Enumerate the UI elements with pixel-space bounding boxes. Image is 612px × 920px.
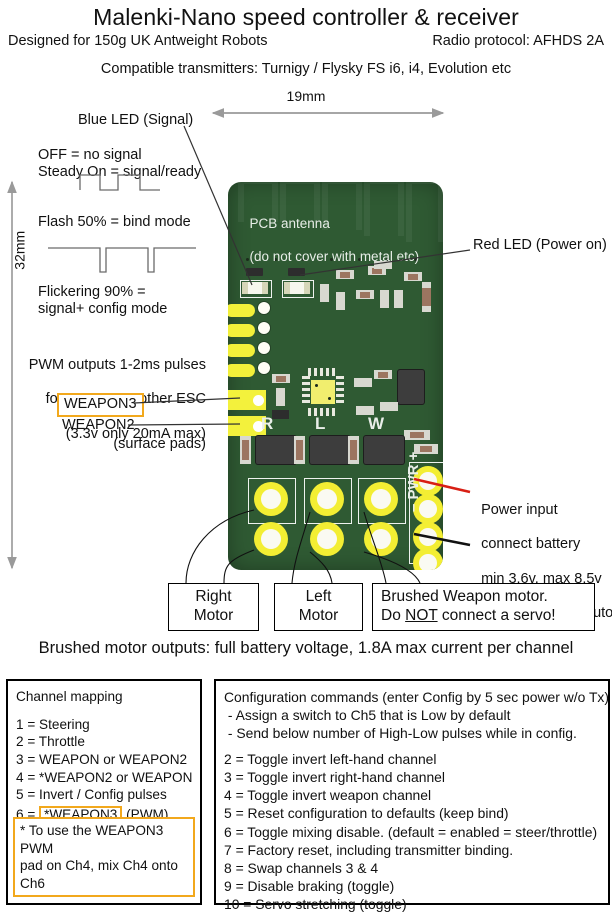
flicker-waveform xyxy=(48,247,196,273)
compatible-transmitters-note: Compatible transmitters: Turnigy / Flysk… xyxy=(100,61,512,77)
pcb-antenna-note: PCB antenna (do not cover with metal etc… xyxy=(242,200,420,266)
width-dimension-label: 19mm xyxy=(286,88,326,104)
led-off-annotation: OFF = no signal Steady On = signal/ready xyxy=(38,147,201,181)
config-command-row: 9 = Disable braking (toggle) xyxy=(224,877,395,894)
config-command-row: 10 = Servo stretching (toggle) xyxy=(224,895,407,912)
flash-bind-mode-annotation: Flash 50% = bind mode xyxy=(38,214,191,230)
callout-weapon-motor: Brushed Weapon motor. Do NOT connect a s… xyxy=(372,583,595,631)
channel-mapping-footnote: * To use the WEAPON3 PWM pad on Ch4, mix… xyxy=(13,817,195,897)
callout-right-motor: Right Motor xyxy=(168,583,259,631)
channel-mapping-row: 4 = *WEAPON2 or WEAPON xyxy=(16,769,193,785)
subtitle-radio-protocol: Radio protocol: AFHDS 2A xyxy=(432,33,604,49)
brushed-motor-outputs-note: Brushed motor outputs: full battery volt… xyxy=(38,639,574,657)
weapon3-surface-pad xyxy=(228,390,266,410)
motor-pad-right-2 xyxy=(254,522,288,556)
led-steady-line: Steady On = signal/ready xyxy=(38,164,202,181)
weapon-line2-not: NOT xyxy=(405,606,438,624)
right-motor-line2: Motor xyxy=(193,606,234,624)
right-motor-line1: Right xyxy=(195,588,232,605)
channel-mapping-title: Channel mapping xyxy=(16,689,123,704)
flicker-config-mode-annotation: Flickering 90% = signal+ config mode xyxy=(38,284,167,318)
silk-label-l: L xyxy=(315,414,326,433)
left-motor-line1: Left xyxy=(305,588,332,605)
config-command-row: 2 = Toggle invert left-hand channel xyxy=(224,751,437,768)
power-line1: Power input xyxy=(481,502,558,519)
footnote-line1: * To use the WEAPON3 PWM xyxy=(20,823,164,856)
blue-led-annotation: Blue LED (Signal) xyxy=(78,112,194,128)
configuration-commands-box: Configuration commands (enter Config by … xyxy=(214,679,610,912)
motor-pad-left-1 xyxy=(310,482,344,516)
config-command-row: 3 = Toggle invert right-hand channel xyxy=(224,769,445,786)
height-dimension-label: 32mm xyxy=(11,230,28,270)
weapon2-pad-label: WEAPON2 xyxy=(62,417,135,433)
config-command-row: 7 = Factory reset, including transmitter… xyxy=(224,841,514,858)
power-pad-4 xyxy=(413,548,443,570)
config-bullet: - Assign a switch to Ch5 that is Low by … xyxy=(224,707,511,724)
channel-mapping-row: 3 = WEAPON or WEAPON2 xyxy=(16,752,188,768)
subtitle-designed-for: Designed for 150g UK Antweight Robots xyxy=(8,33,268,49)
channel-mapping-row: 2 = Throttle xyxy=(16,734,85,750)
config-command-row: 5 = Reset configuration to defaults (kee… xyxy=(224,805,509,822)
footnote-line2: pad on Ch4, mix Ch4 onto Ch6 xyxy=(20,858,178,891)
left-motor-line2: Motor xyxy=(298,606,339,624)
flicker-line1: Flickering 90% = xyxy=(38,284,146,300)
motor-pad-weapon-1 xyxy=(364,482,398,516)
weapon-line2-post: connect a servo! xyxy=(437,606,556,624)
callout-left-motor: Left Motor xyxy=(274,583,363,631)
surface-pads-note: (surface pads) xyxy=(113,436,206,452)
weapon-line1: Brushed Weapon motor. xyxy=(381,588,548,605)
motor-pad-left-2 xyxy=(310,522,344,556)
config-title: Configuration commands (enter Config by … xyxy=(224,689,609,705)
pcb-antenna-line1: PCB antenna xyxy=(249,216,330,232)
channel-mapping-row: 1 = Steering xyxy=(16,716,90,732)
motor-pad-weapon-2 xyxy=(364,522,398,556)
weapon-line2-pre: Do xyxy=(381,606,406,624)
pcb-antenna-line2: (do not cover with metal etc) xyxy=(249,249,420,265)
silk-label-r: R xyxy=(261,414,274,433)
page-title: Malenki-Nano speed controller & receiver xyxy=(93,4,519,30)
config-command-row: 6 = Toggle mixing disable. (default = en… xyxy=(224,823,598,840)
flicker-line2: signal+ config mode xyxy=(38,301,168,318)
red-led-annotation: Red LED (Power on) xyxy=(473,237,607,253)
channel-mapping-row: 5 = Invert / Config pulses xyxy=(16,787,167,803)
pwm-line1: PWM outputs 1-2ms pulses xyxy=(28,357,206,374)
config-command-row: 8 = Swap channels 3 & 4 xyxy=(224,859,379,876)
config-command-row: 4 = Toggle invert weapon channel xyxy=(224,787,432,804)
weapon3-pad-label: WEAPON3 xyxy=(57,393,144,418)
motor-pad-right-1 xyxy=(254,482,288,516)
channel-mapping-box: Channel mapping 1 = Steering 2 = Throttl… xyxy=(6,679,202,905)
led-off-line1: OFF = no signal xyxy=(38,147,142,163)
config-bullet: - Send below number of High-Low pulses w… xyxy=(224,725,577,742)
silk-label-w: W xyxy=(368,414,385,433)
power-line2: connect battery xyxy=(481,536,581,553)
silk-label-power-header: – PWR + xyxy=(405,451,422,512)
